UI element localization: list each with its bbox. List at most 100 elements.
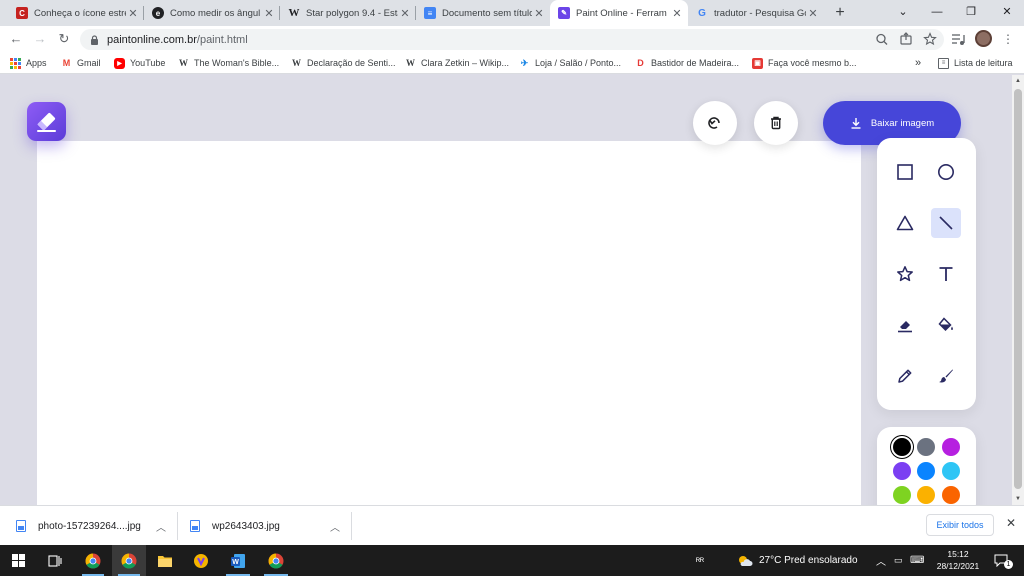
bookmark-gmail[interactable]: M Gmail (61, 52, 101, 74)
close-shelf-icon[interactable]: ✕ (1003, 516, 1019, 534)
minimize-icon[interactable]: — (920, 0, 954, 26)
close-tab-icon[interactable]: ✕ (126, 7, 140, 20)
bookmark-bastidor[interactable]: D Bastidor de Madeira... (635, 52, 739, 74)
color-swatch-black[interactable] (893, 438, 911, 456)
address-bar[interactable]: paintonline.com.br/paint.html (80, 29, 944, 50)
close-tab-icon[interactable]: ✕ (398, 7, 412, 20)
taskbar-app-yellow[interactable] (184, 545, 218, 576)
taskbar-chrome-1[interactable] (76, 545, 110, 576)
rectangle-tool[interactable] (890, 157, 920, 187)
eraser-tool[interactable] (890, 310, 920, 340)
tab-3[interactable]: ≡ Documento sem título ✕ (416, 0, 550, 26)
star-tool[interactable] (890, 259, 920, 289)
text-tool[interactable] (931, 259, 961, 289)
close-tab-icon[interactable]: ✕ (532, 7, 546, 20)
close-tab-icon[interactable]: ✕ (262, 7, 276, 20)
chevron-up-icon[interactable]: ︿ (330, 519, 340, 534)
page-scrollbar[interactable]: ▲ ▼ (1012, 75, 1024, 505)
wikipedia-icon: W (406, 58, 415, 68)
tab-search-chevron-icon[interactable]: ⌄ (886, 0, 920, 26)
bookmark-clara-zetkin[interactable]: W Clara Zetkin – Wikip... (405, 52, 509, 74)
pencil-tool[interactable] (890, 361, 920, 391)
color-swatch-cyan[interactable] (942, 462, 960, 480)
download-image-label: Baixar imagem (870, 117, 935, 129)
bookmark-womans-bible[interactable]: W The Woman's Bible... (178, 52, 279, 74)
gmail-icon: M (62, 58, 71, 68)
bookmark-label: The Woman's Bible... (194, 58, 280, 68)
undo-button[interactable] (693, 101, 737, 145)
forward-arrow-icon[interactable]: → (31, 30, 49, 48)
taskbar-chrome-3[interactable] (258, 545, 294, 576)
taskbar-chrome-2[interactable] (112, 545, 146, 576)
bookmark-label: YouTube (130, 58, 166, 68)
fill-tool[interactable] (931, 310, 961, 340)
show-all-downloads-button[interactable]: Exibir todos (926, 514, 994, 536)
brush-tool[interactable] (931, 361, 961, 391)
show-hidden-icons-chevron-icon[interactable]: ︿ (876, 545, 886, 576)
bookmark-loja[interactable]: ✈ Loja / Salão / Ponto... (519, 52, 621, 74)
tab-2[interactable]: W Star polygon 9.4 - Esta ✕ (280, 0, 416, 26)
more-menu-icon[interactable]: ⋮ (1000, 31, 1016, 47)
battery-network-icon[interactable]: ▭ (894, 545, 903, 576)
weather-widget[interactable]: 27°C Pred ensolarado (737, 545, 858, 576)
tab-5[interactable]: G tradutor - Pesquisa Go ✕ (688, 0, 824, 26)
bookmark-star-icon[interactable] (920, 29, 940, 50)
restore-icon[interactable]: ❐ (954, 0, 988, 26)
triangle-tool[interactable] (890, 208, 920, 238)
drawing-canvas[interactable] (37, 141, 861, 505)
reading-list[interactable]: ≡ Lista de leitura (938, 52, 1013, 74)
tab-4[interactable]: ✎ Paint Online - Ferram ✕ (550, 0, 688, 26)
taskbar-file-explorer[interactable] (148, 545, 182, 576)
color-swatch-violet[interactable] (893, 462, 911, 480)
color-swatch-blue[interactable] (917, 462, 935, 480)
media-control-icon[interactable] (950, 31, 966, 47)
circle-tool[interactable] (931, 157, 961, 187)
people-icon[interactable]: ᴿᴿ (696, 545, 704, 576)
color-swatch-orange[interactable] (942, 486, 960, 504)
notification-count: 1 (1004, 560, 1013, 569)
bookmarks-overflow-icon[interactable]: » (915, 52, 921, 74)
close-tab-icon[interactable]: ✕ (670, 7, 684, 20)
tab-1[interactable]: e Como medir os ângul ✕ (144, 0, 280, 26)
chrome-icon (121, 553, 137, 568)
close-window-icon[interactable]: ✕ (990, 0, 1024, 26)
back-arrow-icon[interactable]: ← (7, 30, 25, 48)
browser-window: C Conheça o ícone estre ✕ e Como medir o… (0, 0, 1024, 576)
system-clock[interactable]: 15:12 28/12/2021 (926, 548, 990, 572)
color-swatch-magenta[interactable] (942, 438, 960, 456)
bookmark-declaracao[interactable]: W Declaração de Senti... (291, 52, 396, 74)
tab-0[interactable]: C Conheça o ícone estre ✕ (8, 0, 144, 26)
clear-canvas-button[interactable] (754, 101, 798, 145)
bookmark-apps[interactable]: Apps (10, 52, 47, 74)
start-button[interactable] (0, 545, 36, 576)
close-tab-icon[interactable]: ✕ (806, 7, 820, 20)
keyboard-icon[interactable]: ⌨ (910, 545, 924, 576)
share-icon[interactable] (896, 29, 916, 50)
color-swatch-green[interactable] (893, 486, 911, 504)
scrollbar-thumb[interactable] (1014, 89, 1022, 489)
tab-favicon-icon: ≡ (424, 7, 436, 19)
tab-title: Paint Online - Ferram (576, 7, 667, 19)
new-tab-plus-icon[interactable]: + (830, 3, 850, 23)
shop-icon: ▣ (752, 57, 763, 69)
color-swatch-yellow[interactable] (917, 486, 935, 504)
color-swatch-gray[interactable] (917, 438, 935, 456)
task-view-button[interactable] (38, 545, 72, 576)
scroll-down-arrow-icon[interactable]: ▼ (1012, 493, 1024, 505)
tab-favicon-icon: G (698, 7, 706, 19)
zoom-magnifier-icon[interactable] (872, 29, 892, 50)
reload-icon[interactable]: ↻ (55, 30, 73, 48)
download-item-0[interactable]: photo-157239264....jpg ︿ (16, 506, 166, 546)
url-path: /paint.html (196, 33, 248, 46)
download-item-1[interactable]: wp2643403.jpg ︿ (190, 506, 340, 546)
taskbar-word[interactable]: W (220, 545, 256, 576)
bookmark-youtube[interactable]: ▶ YouTube (114, 52, 165, 74)
chevron-up-icon[interactable]: ︿ (156, 519, 166, 534)
bookmarks-bar: Apps M Gmail ▶ YouTube W The Woman's Bib… (0, 52, 1024, 74)
circle-icon (938, 164, 954, 180)
profile-avatar[interactable] (975, 30, 992, 47)
scroll-up-arrow-icon[interactable]: ▲ (1012, 75, 1024, 87)
notifications-button[interactable]: 1 (994, 545, 1013, 576)
line-tool[interactable] (931, 208, 961, 238)
bookmark-faca-voce[interactable]: ▣ Faça você mesmo b... (752, 52, 857, 74)
